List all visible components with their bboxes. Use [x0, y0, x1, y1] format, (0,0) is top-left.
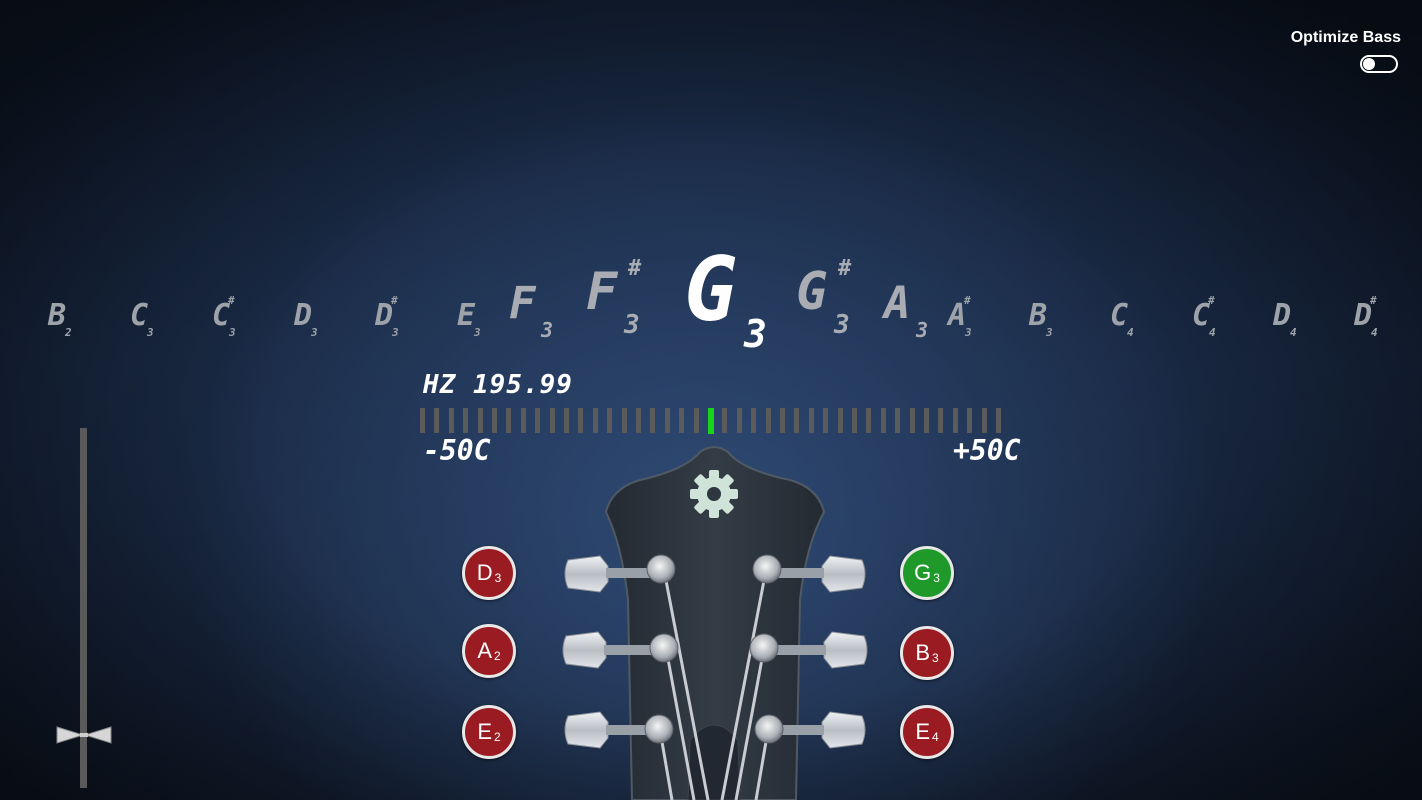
string-button-e4[interactable]: E4: [900, 705, 954, 759]
tuner-post: [752, 554, 782, 584]
string-button-a2[interactable]: A2: [462, 624, 516, 678]
tuner-post: [644, 714, 674, 744]
tuner-post: [749, 633, 779, 663]
tuner-post: [646, 554, 676, 584]
tuner-post: [754, 714, 784, 744]
string-button-b3[interactable]: B3: [900, 626, 954, 680]
gear-icon[interactable]: [688, 468, 740, 520]
guitar-headstock: [562, 446, 868, 800]
string-button-e2[interactable]: E2: [462, 705, 516, 759]
string-button-d3[interactable]: D3: [462, 546, 516, 600]
string-button-g3[interactable]: G3: [900, 546, 954, 600]
tuner-post: [649, 633, 679, 663]
